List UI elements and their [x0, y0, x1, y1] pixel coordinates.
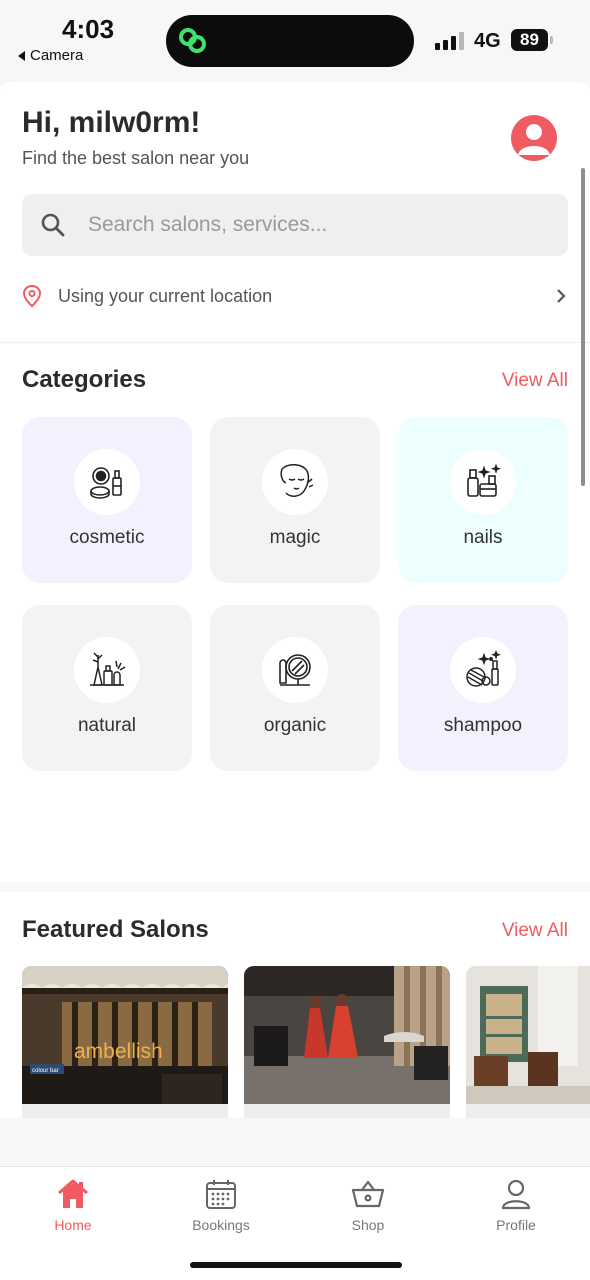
featured-view-all-link[interactable]: View All	[502, 920, 568, 942]
salon-card[interactable]: ambellish colour bar	[22, 966, 228, 1118]
tab-profile[interactable]: Profile	[461, 1177, 571, 1233]
salon-photo	[244, 966, 450, 1104]
category-label: cosmetic	[69, 527, 145, 548]
salon-photo	[466, 966, 590, 1104]
category-icon-circle	[74, 449, 140, 515]
chevron-right-icon	[557, 289, 566, 303]
category-tile-cosmetic[interactable]: cosmetic	[22, 417, 192, 583]
shampoo-icon	[466, 649, 501, 687]
person-icon	[501, 1179, 531, 1210]
home-icon	[58, 1179, 88, 1208]
category-tile-organic[interactable]: organic	[210, 605, 380, 771]
tab-shop[interactable]: Shop	[313, 1177, 423, 1233]
greeting-subtitle: Find the best salon near you	[22, 148, 250, 168]
content-bottom-gap	[0, 1118, 590, 1166]
cellular-signal-icon	[435, 32, 464, 50]
category-label: organic	[263, 715, 327, 736]
salon-card[interactable]	[244, 966, 450, 1118]
categories-title: Categories	[22, 366, 147, 393]
tab-home[interactable]: Home	[18, 1177, 128, 1233]
natural-products-icon	[90, 652, 126, 686]
status-time: 4:03	[62, 14, 115, 44]
featured-title: Featured Salons	[22, 916, 209, 943]
salon-photo: ambellish colour bar	[22, 966, 228, 1104]
categories-view-all-link[interactable]: View All	[502, 370, 568, 392]
search-icon	[41, 213, 65, 237]
category-tile-nails[interactable]: nails	[398, 417, 568, 583]
cosmetic-icon	[90, 467, 122, 499]
link-chain-icon	[179, 28, 206, 53]
search-bar[interactable]	[22, 194, 568, 256]
tab-label: Home	[54, 1217, 92, 1233]
person-avatar-icon	[518, 124, 550, 155]
category-label: shampoo	[443, 715, 523, 736]
mirror-icon	[279, 654, 311, 686]
category-tile-natural[interactable]: natural	[22, 605, 192, 771]
divider	[0, 342, 590, 343]
home-indicator[interactable]	[190, 1262, 402, 1268]
tab-label: Bookings	[192, 1217, 250, 1233]
user-avatar-button[interactable]	[511, 115, 557, 161]
status-bar: 4:03 Camera 4G 89	[0, 0, 590, 82]
category-icon-circle	[74, 637, 140, 703]
featured-salons-section: Featured Salons View All ambellish colou…	[0, 892, 590, 1118]
back-app-label: Camera	[30, 47, 84, 64]
category-tile-shampoo[interactable]: shampoo	[398, 605, 568, 771]
salon-sign-text: ambellish	[74, 1040, 163, 1063]
category-label: magic	[269, 527, 321, 548]
greeting-title: Hi, milw0rm!	[22, 106, 201, 139]
category-label: nails	[463, 527, 503, 548]
network-type: 4G	[474, 30, 501, 52]
scrollbar[interactable]	[581, 168, 585, 486]
salon-board-text: colour bar	[32, 1068, 59, 1074]
location-row[interactable]: Using your current location	[22, 278, 568, 314]
category-icon-circle	[262, 637, 328, 703]
salon-card[interactable]	[466, 966, 590, 1118]
category-icon-circle	[450, 637, 516, 703]
basket-icon	[351, 1180, 385, 1208]
location-pin-icon	[22, 284, 42, 308]
category-label: natural	[77, 715, 137, 736]
dynamic-island	[166, 15, 414, 67]
location-label: Using your current location	[58, 285, 273, 306]
calendar-icon	[206, 1180, 236, 1209]
face-icon	[280, 464, 314, 497]
back-arrow-icon	[18, 50, 25, 61]
category-icon-circle	[262, 449, 328, 515]
tab-label: Shop	[351, 1217, 385, 1233]
battery-level: 89	[511, 29, 548, 51]
battery-cap-icon	[550, 36, 553, 44]
back-to-app-link[interactable]: Camera	[18, 47, 83, 64]
nail-polish-icon	[467, 463, 502, 497]
category-tile-magic[interactable]: magic	[210, 417, 380, 583]
search-input[interactable]	[88, 213, 528, 237]
tab-bookings[interactable]: Bookings	[166, 1177, 276, 1233]
tab-label: Profile	[496, 1217, 536, 1233]
home-main-panel: Hi, milw0rm! Find the best salon near yo…	[0, 82, 590, 882]
category-icon-circle	[450, 449, 516, 515]
